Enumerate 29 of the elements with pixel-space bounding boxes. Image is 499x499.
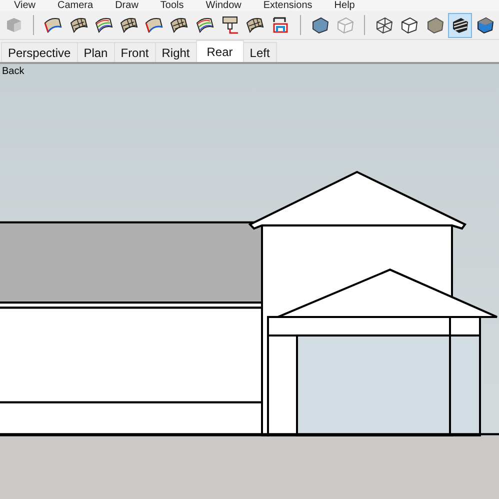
cube-icon	[334, 15, 355, 35]
menu-item[interactable]: View	[14, 0, 36, 11]
grid-surface-icon	[119, 15, 140, 35]
surface-icon	[144, 15, 164, 35]
scene-tab[interactable]: Rear	[196, 40, 244, 62]
view-label: Back	[2, 66, 24, 77]
cube-icon	[399, 15, 420, 35]
cube-icon	[424, 15, 445, 35]
menu-item[interactable]: Tools	[160, 0, 184, 11]
menu-item[interactable]: Help	[334, 0, 355, 11]
rainbow-surface-icon	[94, 15, 114, 35]
scene-tab[interactable]: Perspective	[1, 42, 78, 62]
cube-icon	[310, 15, 330, 35]
menu-item[interactable]: Window	[206, 0, 242, 11]
stamp-icon	[220, 15, 240, 35]
scene-tab[interactable]: Right	[154, 42, 197, 62]
component-icon	[5, 16, 24, 34]
grid-surface-icon	[68, 15, 89, 35]
scene-tab[interactable]: Left	[242, 42, 277, 62]
menu-item[interactable]: Camera	[58, 0, 94, 11]
surface-icon	[43, 15, 64, 35]
rainbow-surface-icon	[194, 15, 215, 35]
cube-icon	[475, 15, 495, 35]
toolbar-button[interactable]	[448, 12, 472, 38]
grid-surface-icon	[245, 15, 266, 35]
menu-item[interactable]: Draw	[115, 0, 138, 11]
wireframe-cube-icon	[374, 15, 394, 35]
grid-surface-icon	[169, 15, 190, 35]
menu-item[interactable]: Extensions	[263, 0, 312, 11]
